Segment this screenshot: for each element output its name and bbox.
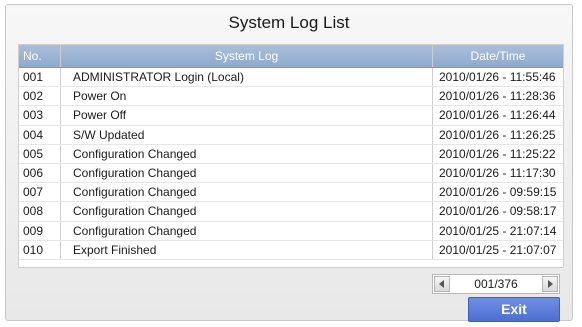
row-log: Configuration Changed [61, 183, 433, 202]
right-arrow-icon[interactable] [542, 276, 558, 292]
system-log-window: System Log List No. System Log Date/Time… [5, 4, 573, 322]
table-row[interactable]: 002 Power On 2010/01/26 - 11:28:36 [19, 87, 563, 107]
row-date: 2010/01/26 - 09:59:15 [439, 185, 557, 200]
row-log: Export Finished [61, 240, 433, 259]
row-date: 2010/01/25 - 21:07:14 [439, 223, 557, 238]
table-row[interactable]: 007 Configuration Changed 2010/01/26 - 0… [19, 183, 563, 203]
row-log: Configuration Changed [61, 202, 433, 221]
row-no: 003 [19, 106, 61, 125]
row-log: S/W Updated [61, 125, 433, 144]
row-no: 009 [19, 221, 61, 240]
table-row[interactable]: 003 Power Off 2010/01/26 - 11:26:44 [19, 106, 563, 126]
row-log: Configuration Changed [61, 163, 433, 183]
table-row[interactable]: 008 Configuration Changed 2010/01/26 - 0… [19, 202, 563, 222]
row-date: 2010/01/26 - 11:26:25 [439, 127, 556, 142]
log-table: No. System Log Date/Time 001 ADMINISTRAT… [18, 44, 564, 268]
table-row[interactable]: 004 S/W Updated 2010/01/26 - 11:26:25 [19, 125, 563, 145]
row-date: 2010/01/26 - 11:25:22 [439, 146, 556, 161]
row-log: Configuration Changed [61, 221, 433, 240]
row-no: 002 [19, 87, 61, 106]
row-no: 005 [19, 144, 61, 163]
header-system-log: System Log [61, 45, 433, 67]
row-date: 2010/01/25 - 21:07:07 [439, 242, 557, 257]
row-no: 001 [19, 68, 61, 87]
header-date-time: Date/Time [470, 49, 526, 63]
table-header: No. System Log Date/Time [19, 45, 563, 68]
row-log: Power Off [61, 106, 433, 125]
row-no: 008 [19, 202, 61, 221]
row-date: 2010/01/26 - 11:26:44 [439, 108, 556, 123]
row-no: 010 [19, 240, 61, 259]
left-arrow-icon[interactable] [434, 276, 450, 292]
row-date: 2010/01/26 - 11:55:46 [439, 70, 556, 84]
table-row[interactable]: 006 Configuration Changed 2010/01/26 - 1… [19, 163, 563, 184]
window-title: System Log List [228, 13, 350, 32]
page-navigator: 001/376 [432, 274, 560, 294]
exit-button[interactable]: Exit [468, 297, 560, 322]
page-indicator: 001/376 [474, 277, 518, 291]
table-row[interactable]: 010 Export Finished 2010/01/25 - 21:07:0… [19, 240, 563, 260]
row-no: 007 [19, 183, 61, 202]
table-row[interactable]: 009 Configuration Changed 2010/01/25 - 2… [19, 221, 563, 241]
row-log: Configuration Changed [61, 144, 433, 163]
row-date: 2010/01/26 - 09:58:17 [439, 204, 557, 219]
row-log: ADMINISTRATOR Login (Local) [61, 68, 433, 87]
header-no: No. [19, 45, 61, 67]
row-date: 2010/01/26 - 11:17:30 [439, 165, 556, 180]
row-no: 006 [19, 163, 61, 183]
row-no: 004 [19, 125, 61, 144]
table-row[interactable]: 005 Configuration Changed 2010/01/26 - 1… [19, 144, 563, 164]
table-row[interactable]: 001 ADMINISTRATOR Login (Local) 2010/01/… [19, 68, 563, 88]
row-date: 2010/01/26 - 11:28:36 [439, 89, 556, 104]
row-log: Power On [61, 87, 433, 106]
